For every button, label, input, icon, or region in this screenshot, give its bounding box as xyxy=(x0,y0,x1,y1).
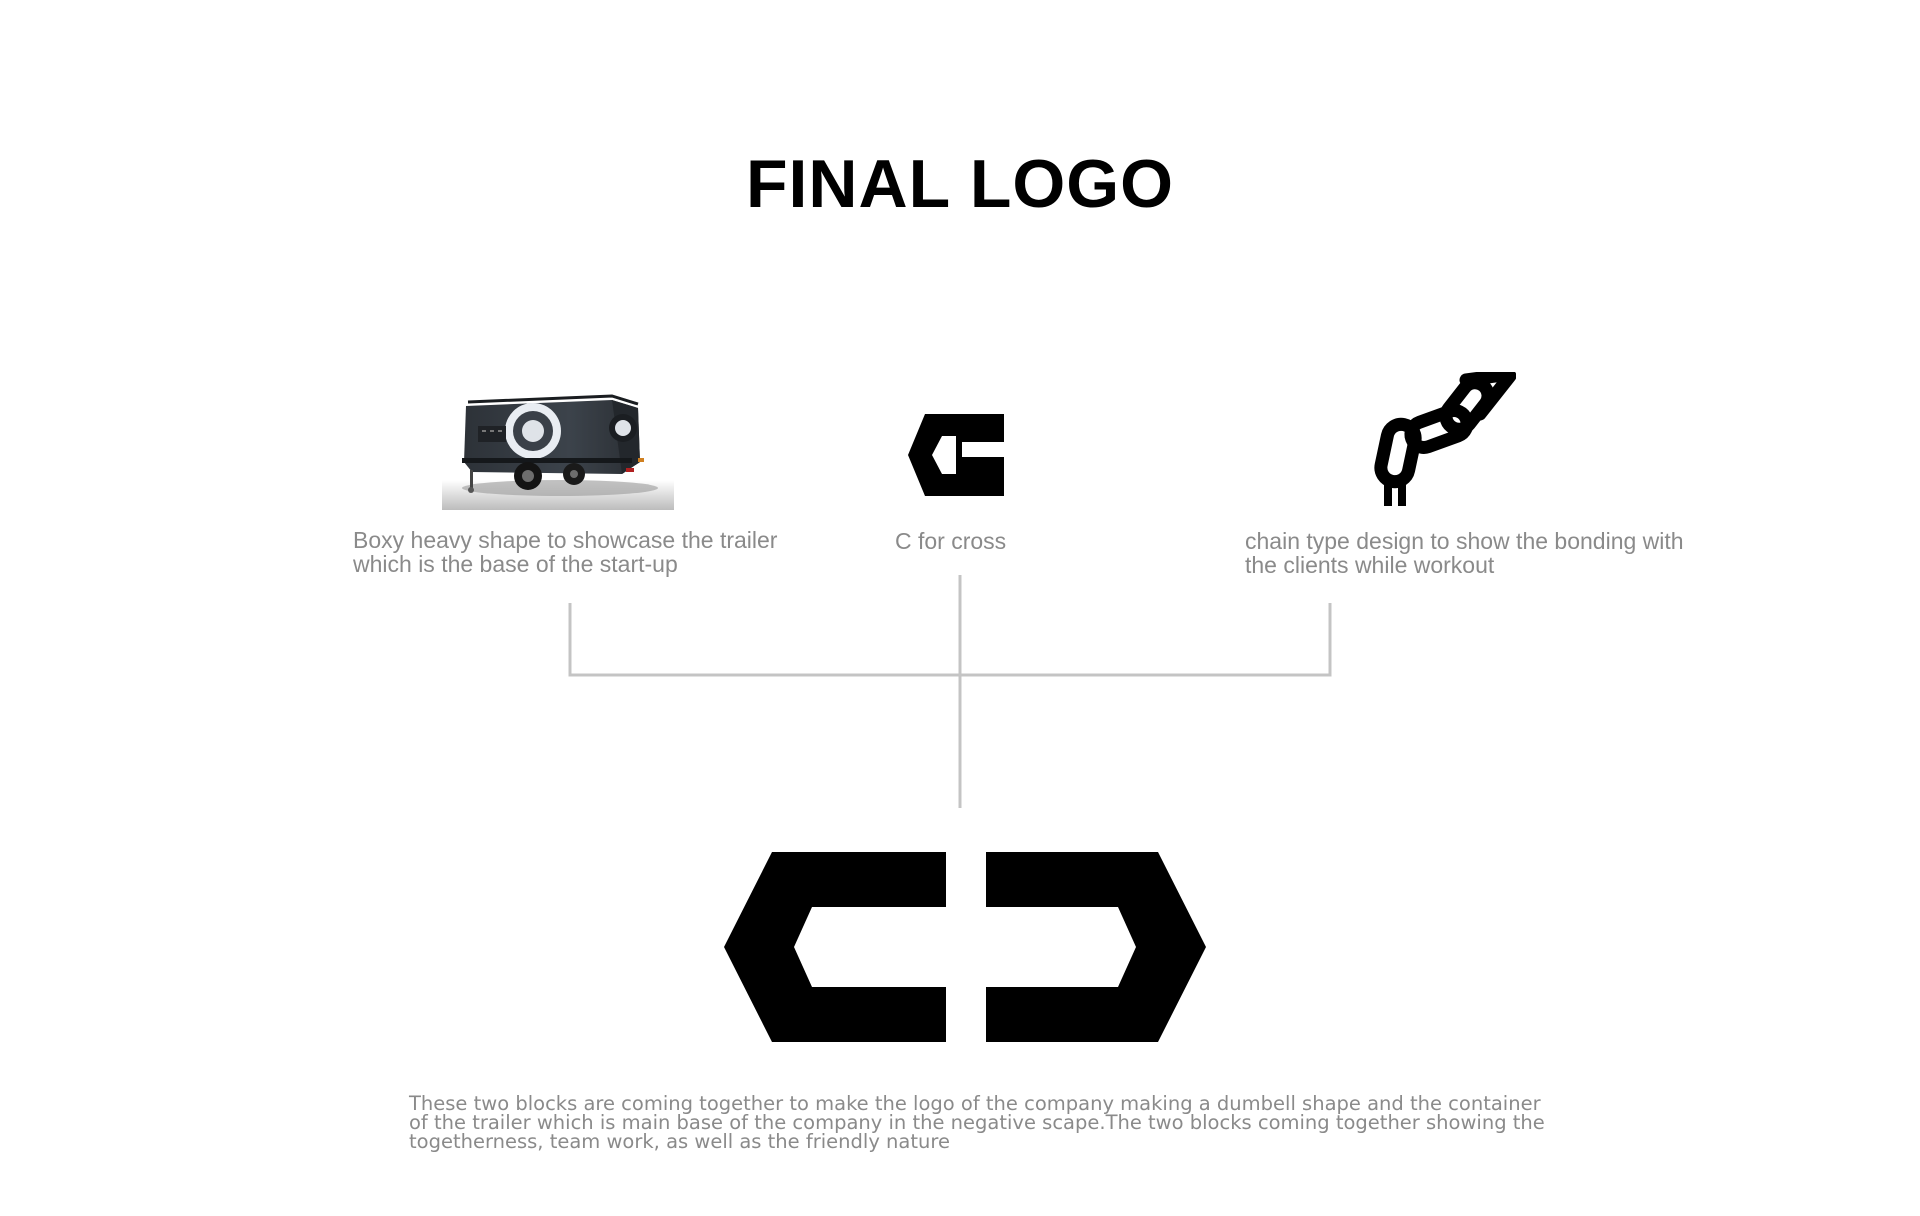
letter-c-mark xyxy=(908,414,1004,496)
final-logo xyxy=(724,852,1206,1042)
chain-caption: chain type design to show the bonding wi… xyxy=(1245,528,1684,578)
trailer-image xyxy=(442,394,674,510)
c-mark-caption: C for cross xyxy=(895,528,1007,554)
chain-icon xyxy=(1374,372,1516,506)
logo-description: These two blocks are coming together to … xyxy=(409,1092,1545,1153)
trailer-caption: Boxy heavy shape to showcase the trailer… xyxy=(353,527,778,577)
page-title: FINAL LOGO xyxy=(745,146,1175,222)
